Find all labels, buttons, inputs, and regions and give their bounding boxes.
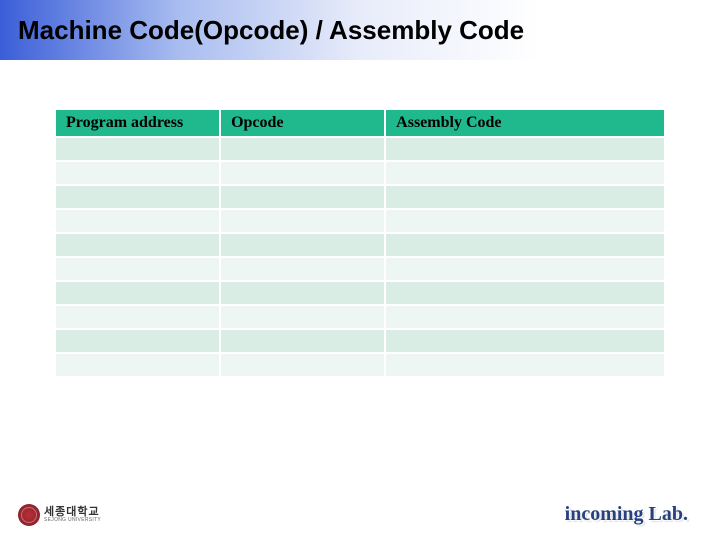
logo-name-kr: 세종대학교 (44, 507, 101, 518)
code-table-container: Program address Opcode Assembly Code (54, 108, 666, 378)
cell-asm (386, 330, 664, 352)
table-header-row: Program address Opcode Assembly Code (56, 110, 664, 136)
university-logo: 세종대학교 SEJONG UNIVERSITY (18, 504, 101, 526)
footer: 세종대학교 SEJONG UNIVERSITY incoming Lab. (0, 503, 720, 526)
cell-opcode (221, 306, 384, 328)
cell-addr (56, 162, 219, 184)
table-row (56, 138, 664, 160)
cell-addr (56, 234, 219, 256)
cell-asm (386, 210, 664, 232)
cell-addr (56, 138, 219, 160)
cell-asm (386, 234, 664, 256)
cell-asm (386, 258, 664, 280)
title-bar: Machine Code(Opcode) / Assembly Code (0, 0, 720, 60)
cell-opcode (221, 258, 384, 280)
logo-text: 세종대학교 SEJONG UNIVERSITY (44, 507, 101, 523)
table-row (56, 186, 664, 208)
cell-addr (56, 186, 219, 208)
cell-asm (386, 162, 664, 184)
cell-opcode (221, 330, 384, 352)
table-row (56, 282, 664, 304)
cell-opcode (221, 210, 384, 232)
table-row (56, 330, 664, 352)
cell-asm (386, 186, 664, 208)
cell-opcode (221, 162, 384, 184)
cell-asm (386, 306, 664, 328)
table-row (56, 258, 664, 280)
cell-addr (56, 210, 219, 232)
cell-addr (56, 258, 219, 280)
logo-emblem-icon (18, 504, 40, 526)
col-header-program-address: Program address (56, 110, 219, 136)
cell-opcode (221, 186, 384, 208)
table-row (56, 354, 664, 376)
lab-name: incoming Lab. (565, 503, 688, 526)
col-header-opcode: Opcode (221, 110, 384, 136)
table-row (56, 162, 664, 184)
cell-asm (386, 138, 664, 160)
cell-opcode (221, 234, 384, 256)
col-header-assembly-code: Assembly Code (386, 110, 664, 136)
cell-addr (56, 354, 219, 376)
cell-addr (56, 306, 219, 328)
cell-opcode (221, 138, 384, 160)
cell-addr (56, 282, 219, 304)
code-table: Program address Opcode Assembly Code (54, 108, 666, 378)
table-row (56, 306, 664, 328)
cell-asm (386, 282, 664, 304)
cell-opcode (221, 282, 384, 304)
cell-addr (56, 330, 219, 352)
slide-title: Machine Code(Opcode) / Assembly Code (18, 15, 524, 46)
logo-name-en: SEJONG UNIVERSITY (44, 518, 101, 523)
cell-opcode (221, 354, 384, 376)
cell-asm (386, 354, 664, 376)
table-row (56, 210, 664, 232)
table-row (56, 234, 664, 256)
